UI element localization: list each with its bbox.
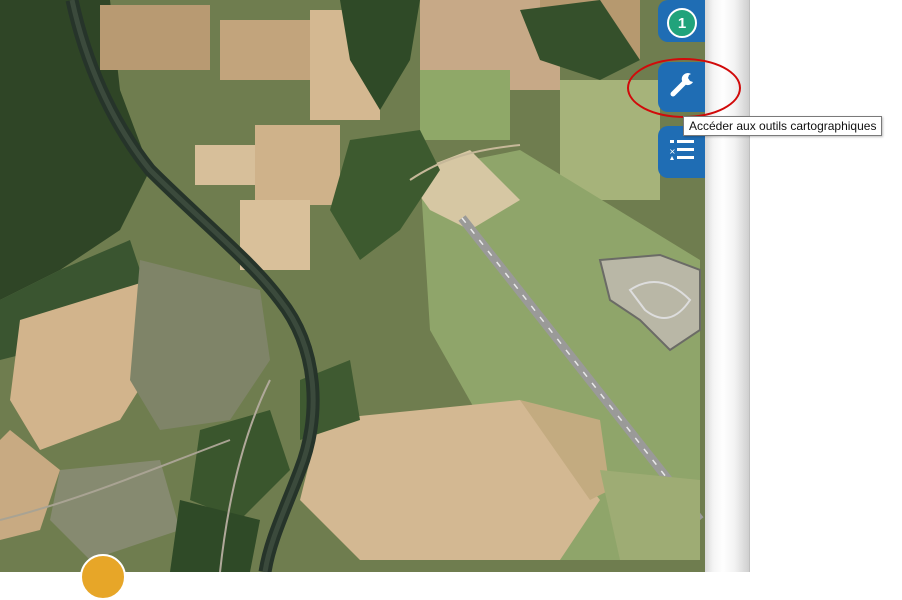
wrench-icon <box>667 70 697 105</box>
layers-count-badge: 1 <box>667 8 697 38</box>
tools-tooltip: Accéder aux outils cartographiques <box>683 116 883 136</box>
satellite-map[interactable] <box>0 0 705 572</box>
side-panel <box>749 0 902 572</box>
panel-divider[interactable] <box>705 0 749 572</box>
svg-text:×: × <box>669 147 676 156</box>
list-icon: × <box>667 135 697 170</box>
map-tools-button[interactable] <box>658 62 705 112</box>
locate-button[interactable] <box>80 554 126 600</box>
satellite-imagery <box>0 0 705 572</box>
